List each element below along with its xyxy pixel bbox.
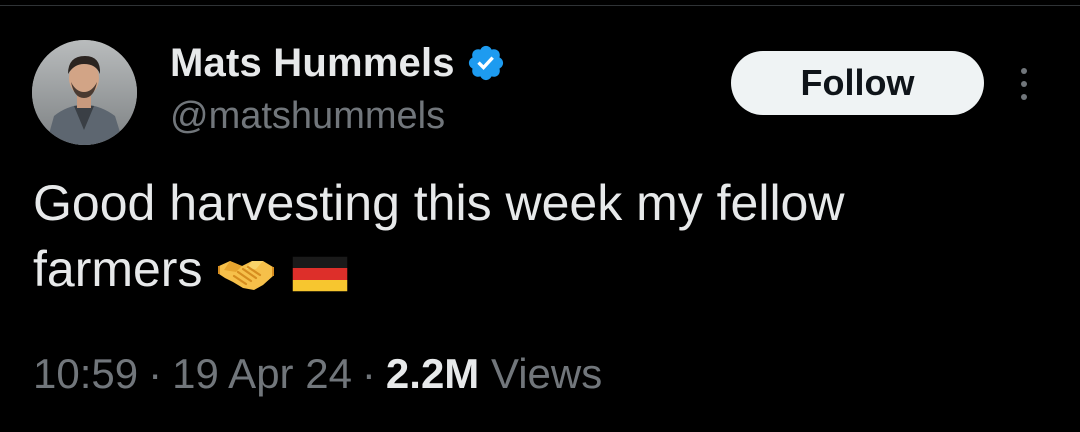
author-display-name[interactable]: Mats Hummels (170, 40, 455, 86)
author-name-row: Mats Hummels (170, 40, 507, 86)
follow-button[interactable]: Follow (731, 51, 984, 115)
handshake-emoji (216, 252, 276, 294)
more-options-icon[interactable] (1006, 62, 1042, 106)
separator: · (361, 350, 376, 397)
tweet-text-line-2: farmers (33, 236, 1043, 302)
views-label: Views (490, 350, 603, 397)
tweet-meta: 10:59 · 19 Apr 24 · 2.2M Views (33, 348, 602, 400)
verified-badge-icon[interactable] (465, 42, 507, 84)
avatar[interactable] (32, 40, 137, 145)
tweet-text-line-1: Good harvesting this week my fellow (33, 175, 845, 231)
top-divider (0, 0, 1080, 6)
tweet-date[interactable]: 19 Apr 24 (172, 350, 352, 397)
tweet-text: Good harvesting this week my fellow farm… (33, 170, 1043, 302)
more-dot (1021, 94, 1027, 100)
avatar-photo (32, 40, 137, 145)
views-count[interactable]: 2.2M (386, 350, 479, 397)
more-dot (1021, 81, 1027, 87)
tweet-text-word: farmers (33, 241, 203, 297)
germany-flag-emoji (290, 252, 350, 294)
tweet-time[interactable]: 10:59 (33, 350, 138, 397)
separator: · (148, 350, 163, 397)
more-dot (1021, 68, 1027, 74)
author-handle[interactable]: @matshummels (170, 94, 445, 138)
